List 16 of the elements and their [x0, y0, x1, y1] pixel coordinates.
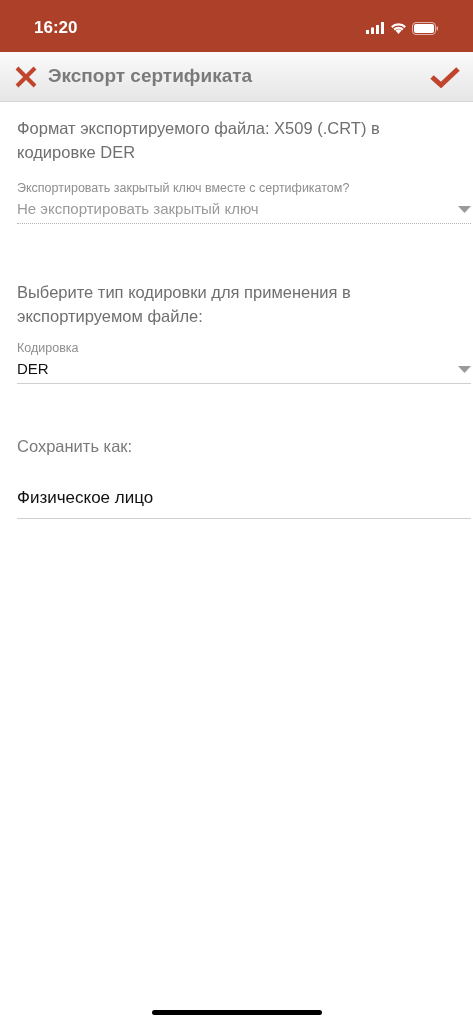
select-label: Кодировка [17, 340, 80, 356]
status-time: 16:20 [34, 17, 78, 40]
dropdown-arrow-icon [458, 205, 471, 214]
signal-icon [366, 22, 385, 34]
wifi-icon [390, 22, 407, 34]
header-title: Экспорт сертификата [48, 64, 254, 89]
check-icon [430, 65, 460, 88]
select-label: Экспортировать закрытый ключ вместе с сертификатом? [17, 180, 351, 196]
close-icon [15, 65, 37, 88]
save-as-label: Сохранить как: [17, 436, 134, 457]
dropdown-field[interactable]: DER [17, 356, 471, 384]
save-as-field[interactable]: Физическое лицо [17, 478, 471, 519]
encoding-note: Выберите тип кодировки для применения в экспортируемом файле: [17, 282, 352, 327]
battery-icon [412, 21, 439, 35]
format-note: Формат экспортируемого файла: X509 (.CRT) в кодировке DER [17, 118, 381, 163]
dropdown-arrow-icon [458, 365, 471, 374]
